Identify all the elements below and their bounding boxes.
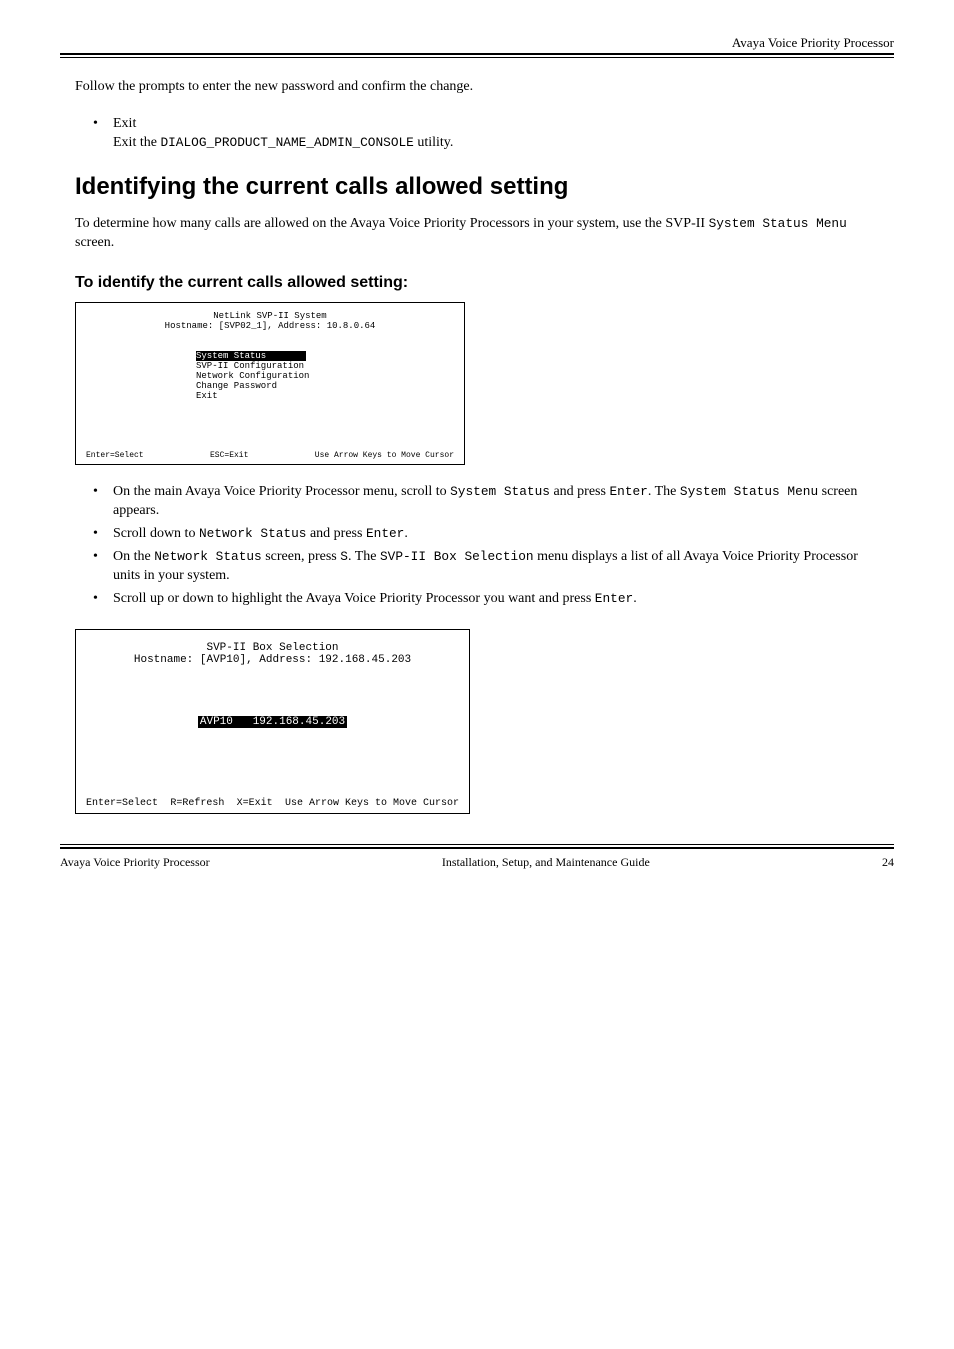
term2-title: SVP-II Box Selection [86, 642, 459, 654]
page-footer: Avaya Voice Priority Processor Installat… [60, 855, 894, 870]
header-rule-thin [60, 57, 894, 58]
term1-menu-item-selected[interactable]: System Status [196, 351, 306, 361]
term1-menu-item[interactable]: Network Configuration [196, 371, 454, 381]
step-4: Scroll up or down to highlight the Avaya… [113, 590, 879, 609]
footer-rule-thin [60, 844, 894, 845]
term1-footer: Enter=Select ESC=Exit Use Arrow Keys to … [86, 451, 454, 460]
term2-selection[interactable]: AVP10 192.168.45.203 [86, 716, 459, 728]
term2-host: Hostname: [AVP10], Address: 192.168.45.2… [86, 654, 459, 666]
term1-menu-item[interactable]: SVP-II Configuration [196, 361, 454, 371]
term2-footer: Enter=Select R=Refresh X=Exit Use Arrow … [86, 798, 459, 809]
step-intro: To identify the current calls allowed se… [75, 274, 879, 292]
section-heading: Identifying the current calls allowed se… [75, 173, 879, 201]
step-1: On the main Avaya Voice Priority Process… [113, 483, 879, 521]
term1-menu: System Status SVP-II Configuration Netwo… [196, 351, 454, 401]
term1-title: NetLink SVP-II System [86, 311, 454, 321]
footer-center: Installation, Setup, and Maintenance Gui… [442, 855, 650, 870]
steps-list: On the main Avaya Voice Priority Process… [75, 483, 879, 608]
footer-page-number: 24 [882, 855, 894, 870]
header-right: Avaya Voice Priority Processor [60, 35, 894, 51]
terminal-screenshot-1: NetLink SVP-II System Hostname: [SVP02_1… [75, 302, 465, 465]
exit-bullet: Exit Exit the DIALOG_PRODUCT_NAME_ADMIN_… [113, 115, 879, 153]
intro-para: Follow the prompts to enter the new pass… [75, 78, 879, 97]
step-2: Scroll down to Network Status and press … [113, 525, 879, 544]
footer-rule-thick [60, 847, 894, 849]
term1-menu-item[interactable]: Change Password [196, 381, 454, 391]
footer-left: Avaya Voice Priority Processor [60, 855, 210, 870]
term1-host: Hostname: [SVP02_1], Address: 10.8.0.64 [86, 321, 454, 331]
header-rule-thick [60, 53, 894, 55]
exit-bullet-list: Exit Exit the DIALOG_PRODUCT_NAME_ADMIN_… [75, 115, 879, 153]
terminal-screenshot-2: SVP-II Box Selection Hostname: [AVP10], … [75, 629, 470, 814]
section-para: To determine how many calls are allowed … [75, 215, 879, 253]
step-3: On the Network Status screen, press S. T… [113, 548, 879, 586]
term1-menu-item[interactable]: Exit [196, 391, 454, 401]
